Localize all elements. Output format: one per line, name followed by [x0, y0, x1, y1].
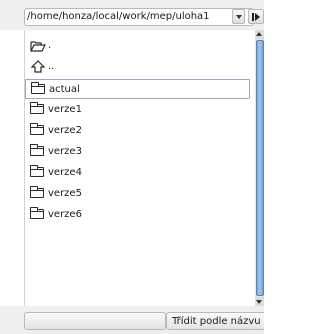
list-item-label: verze2	[48, 125, 82, 136]
open-folder-icon	[30, 40, 46, 55]
list-item-label: verze3	[48, 146, 82, 157]
list-item-folder[interactable]: verze5	[25, 184, 250, 204]
list-item-label: ..	[48, 61, 55, 72]
list-item-label: verze1	[48, 104, 82, 115]
scrollbar-thumb[interactable]	[256, 40, 264, 296]
folder-icon	[30, 144, 44, 156]
scroll-up-arrow-icon[interactable]	[255, 30, 264, 39]
file-list: . .. actual verze1 verze2 verze3 verze4 …	[24, 30, 255, 306]
list-item-current-dir[interactable]: .	[25, 36, 250, 56]
list-item-label: verze5	[48, 188, 82, 199]
folder-icon	[30, 165, 44, 177]
list-item-label: actual	[49, 84, 80, 95]
sort-button-label: Třídit podle názvu	[172, 316, 261, 327]
list-item-folder[interactable]: verze6	[25, 205, 250, 225]
folder-icon	[30, 186, 44, 198]
vertical-scrollbar[interactable]	[255, 30, 264, 306]
folder-icon	[30, 102, 44, 114]
path-history-dropdown-button[interactable]	[232, 9, 245, 24]
list-item-folder[interactable]: actual	[25, 79, 250, 99]
bottom-bar: Třídit podle názvu	[0, 306, 264, 334]
list-item-folder[interactable]: verze3	[25, 142, 250, 162]
list-item-folder[interactable]: verze2	[25, 121, 250, 141]
sort-by-name-button[interactable]: Třídit podle názvu	[166, 312, 264, 330]
list-item-parent-dir[interactable]: ..	[25, 57, 250, 77]
go-to-path-button[interactable]	[248, 9, 264, 24]
list-item-label: .	[48, 40, 52, 51]
scroll-down-arrow-icon[interactable]	[255, 297, 264, 306]
list-item-label: verze6	[48, 209, 82, 220]
filter-field[interactable]	[24, 312, 166, 330]
folder-icon	[31, 82, 45, 94]
up-arrow-icon	[30, 60, 46, 76]
list-item-folder[interactable]: verze4	[25, 163, 250, 183]
path-text: /home/honza/local/work/mep/uloha1	[27, 11, 210, 22]
folder-icon	[30, 123, 44, 135]
list-item-folder[interactable]: verze1	[25, 100, 250, 120]
folder-icon	[30, 207, 44, 219]
path-bar: /home/honza/local/work/mep/uloha1	[0, 0, 264, 30]
list-item-label: verze4	[48, 167, 82, 178]
